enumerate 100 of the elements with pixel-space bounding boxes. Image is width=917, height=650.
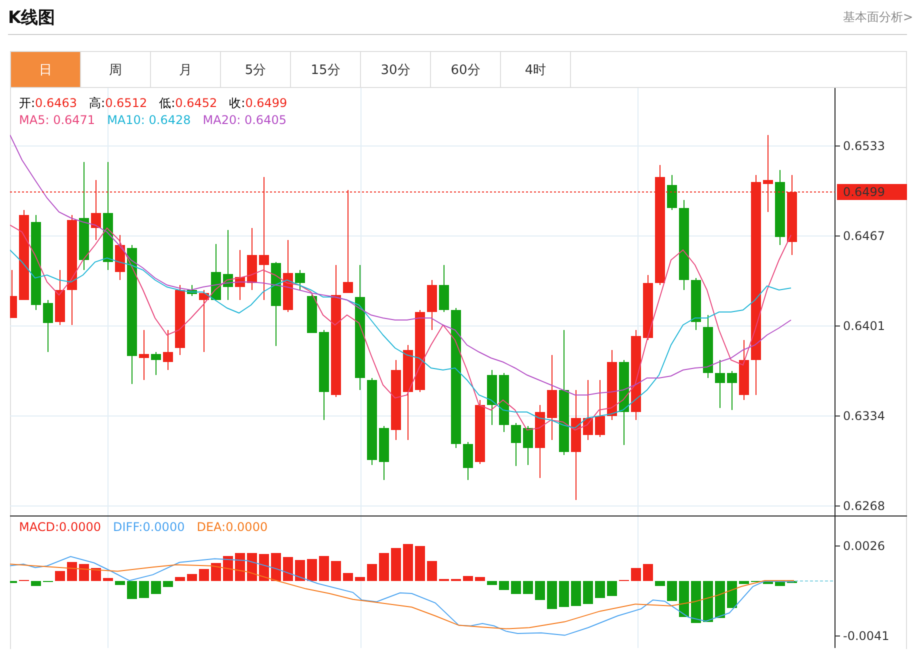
candlestick: [163, 330, 173, 370]
candlestick: [139, 330, 149, 380]
candlestick: [463, 442, 473, 480]
macd-bar: [247, 553, 257, 581]
macd-bar: [367, 564, 377, 581]
price-axis-label: 0.6334: [834, 409, 885, 423]
macd-bar: [607, 581, 617, 596]
candlestick: [427, 280, 437, 330]
candlestick: [187, 284, 197, 296]
macd-bar: [427, 561, 437, 581]
macd-bar: [223, 556, 233, 581]
quote-label: 高:: [89, 96, 106, 110]
moving-average-label: MA5:: [19, 113, 50, 127]
macd-bar: [331, 561, 341, 581]
macd-bar: [79, 564, 89, 581]
macd-bar: [463, 576, 473, 581]
candlestick: [511, 422, 521, 466]
candlestick: [727, 370, 737, 410]
quote-value: 0.6512: [105, 96, 148, 110]
candlestick: [247, 228, 257, 290]
macd-bar: [151, 581, 161, 594]
fundamental-analysis-link[interactable]: 基本面分析>: [842, 8, 913, 26]
macd-bar: [403, 544, 413, 581]
macd-bar: [523, 581, 533, 594]
macd-bar: [139, 581, 149, 598]
candlestick: [295, 270, 305, 290]
quote-value: 0.6452: [175, 96, 218, 110]
macd-bar: [271, 553, 281, 581]
macd-value: 0.0000: [226, 520, 268, 534]
macd-bar: [739, 581, 749, 584]
macd-bar: [235, 553, 245, 581]
candlestick: [499, 372, 509, 432]
candlestick: [607, 350, 617, 420]
price-axis-label: 0.6533: [834, 139, 885, 153]
macd-bar: [115, 581, 125, 585]
quote-label: 收:: [229, 96, 246, 110]
quote-label: 开:: [19, 96, 36, 110]
macd-bar: [499, 581, 509, 590]
macd-label: DEA:: [196, 520, 226, 534]
quote-value: 0.6463: [35, 96, 78, 110]
candlestick: [523, 426, 533, 466]
candlestick: [10, 270, 17, 318]
macd-bar: [763, 581, 773, 584]
macd-bar: [643, 564, 653, 581]
macd-bar: [355, 577, 365, 581]
candlestick: [739, 340, 749, 400]
macd-bar: [667, 581, 677, 601]
macd-bar: [511, 581, 521, 594]
macd-bar: [31, 581, 41, 586]
macd-bar: [307, 559, 317, 581]
candlestick: [211, 244, 221, 300]
candlestick: [487, 370, 497, 426]
candlestick: [595, 380, 605, 438]
candlestick: [439, 264, 449, 312]
macd-bar: [175, 577, 185, 581]
candlestick: [583, 380, 593, 440]
macd-bar: [547, 581, 557, 609]
macd-bar: [67, 562, 77, 581]
macd-bar: [571, 581, 581, 606]
candlestick: [43, 300, 53, 352]
macd-bar: [391, 548, 401, 581]
moving-average-value: 0.6405: [244, 113, 286, 127]
macd-bar: [187, 574, 197, 581]
macd-bar: [475, 577, 485, 581]
macd-bar: [727, 581, 737, 608]
macd-bar: [295, 560, 305, 581]
candlestick: [175, 284, 185, 356]
macd-label: MACD:: [19, 520, 60, 534]
candlestick: [307, 294, 317, 334]
macd-axis-label: 0.0026: [834, 539, 885, 553]
macd-bar: [703, 581, 713, 622]
last-price-tag: 0.6499: [837, 184, 907, 200]
candlestick: [475, 400, 485, 464]
macd-bar: [211, 563, 221, 581]
macd-bar: [415, 546, 425, 581]
candlestick: [91, 180, 101, 240]
moving-average-label: MA20:: [202, 113, 241, 127]
price-axis-label: 0.6268: [834, 499, 885, 513]
candlestick: [235, 250, 245, 300]
macd-bar: [655, 581, 665, 586]
candlestick: [115, 234, 125, 280]
macd-bar: [559, 581, 569, 607]
macd-bar: [103, 578, 113, 581]
macd-bar: [199, 569, 209, 581]
price-axis-label: 0.6467: [834, 229, 885, 243]
candlestick: [703, 314, 713, 378]
macd-bar: [163, 581, 173, 587]
candlestick: [379, 426, 389, 480]
macd-value: 0.0000: [142, 520, 185, 534]
macd-axis-label: -0.0041: [834, 629, 890, 643]
macd-bar: [775, 581, 785, 586]
macd-bar: [679, 581, 689, 617]
moving-average-value: 0.6428: [148, 113, 191, 127]
macd-bar: [283, 557, 293, 581]
moving-average-label: MA10:: [107, 113, 145, 127]
candlestick: [223, 230, 233, 300]
price-axis-label: 0.6401: [834, 319, 885, 333]
moving-average-value: 0.6471: [53, 113, 96, 127]
macd-bar: [259, 554, 269, 581]
macd-bar: [379, 553, 389, 581]
